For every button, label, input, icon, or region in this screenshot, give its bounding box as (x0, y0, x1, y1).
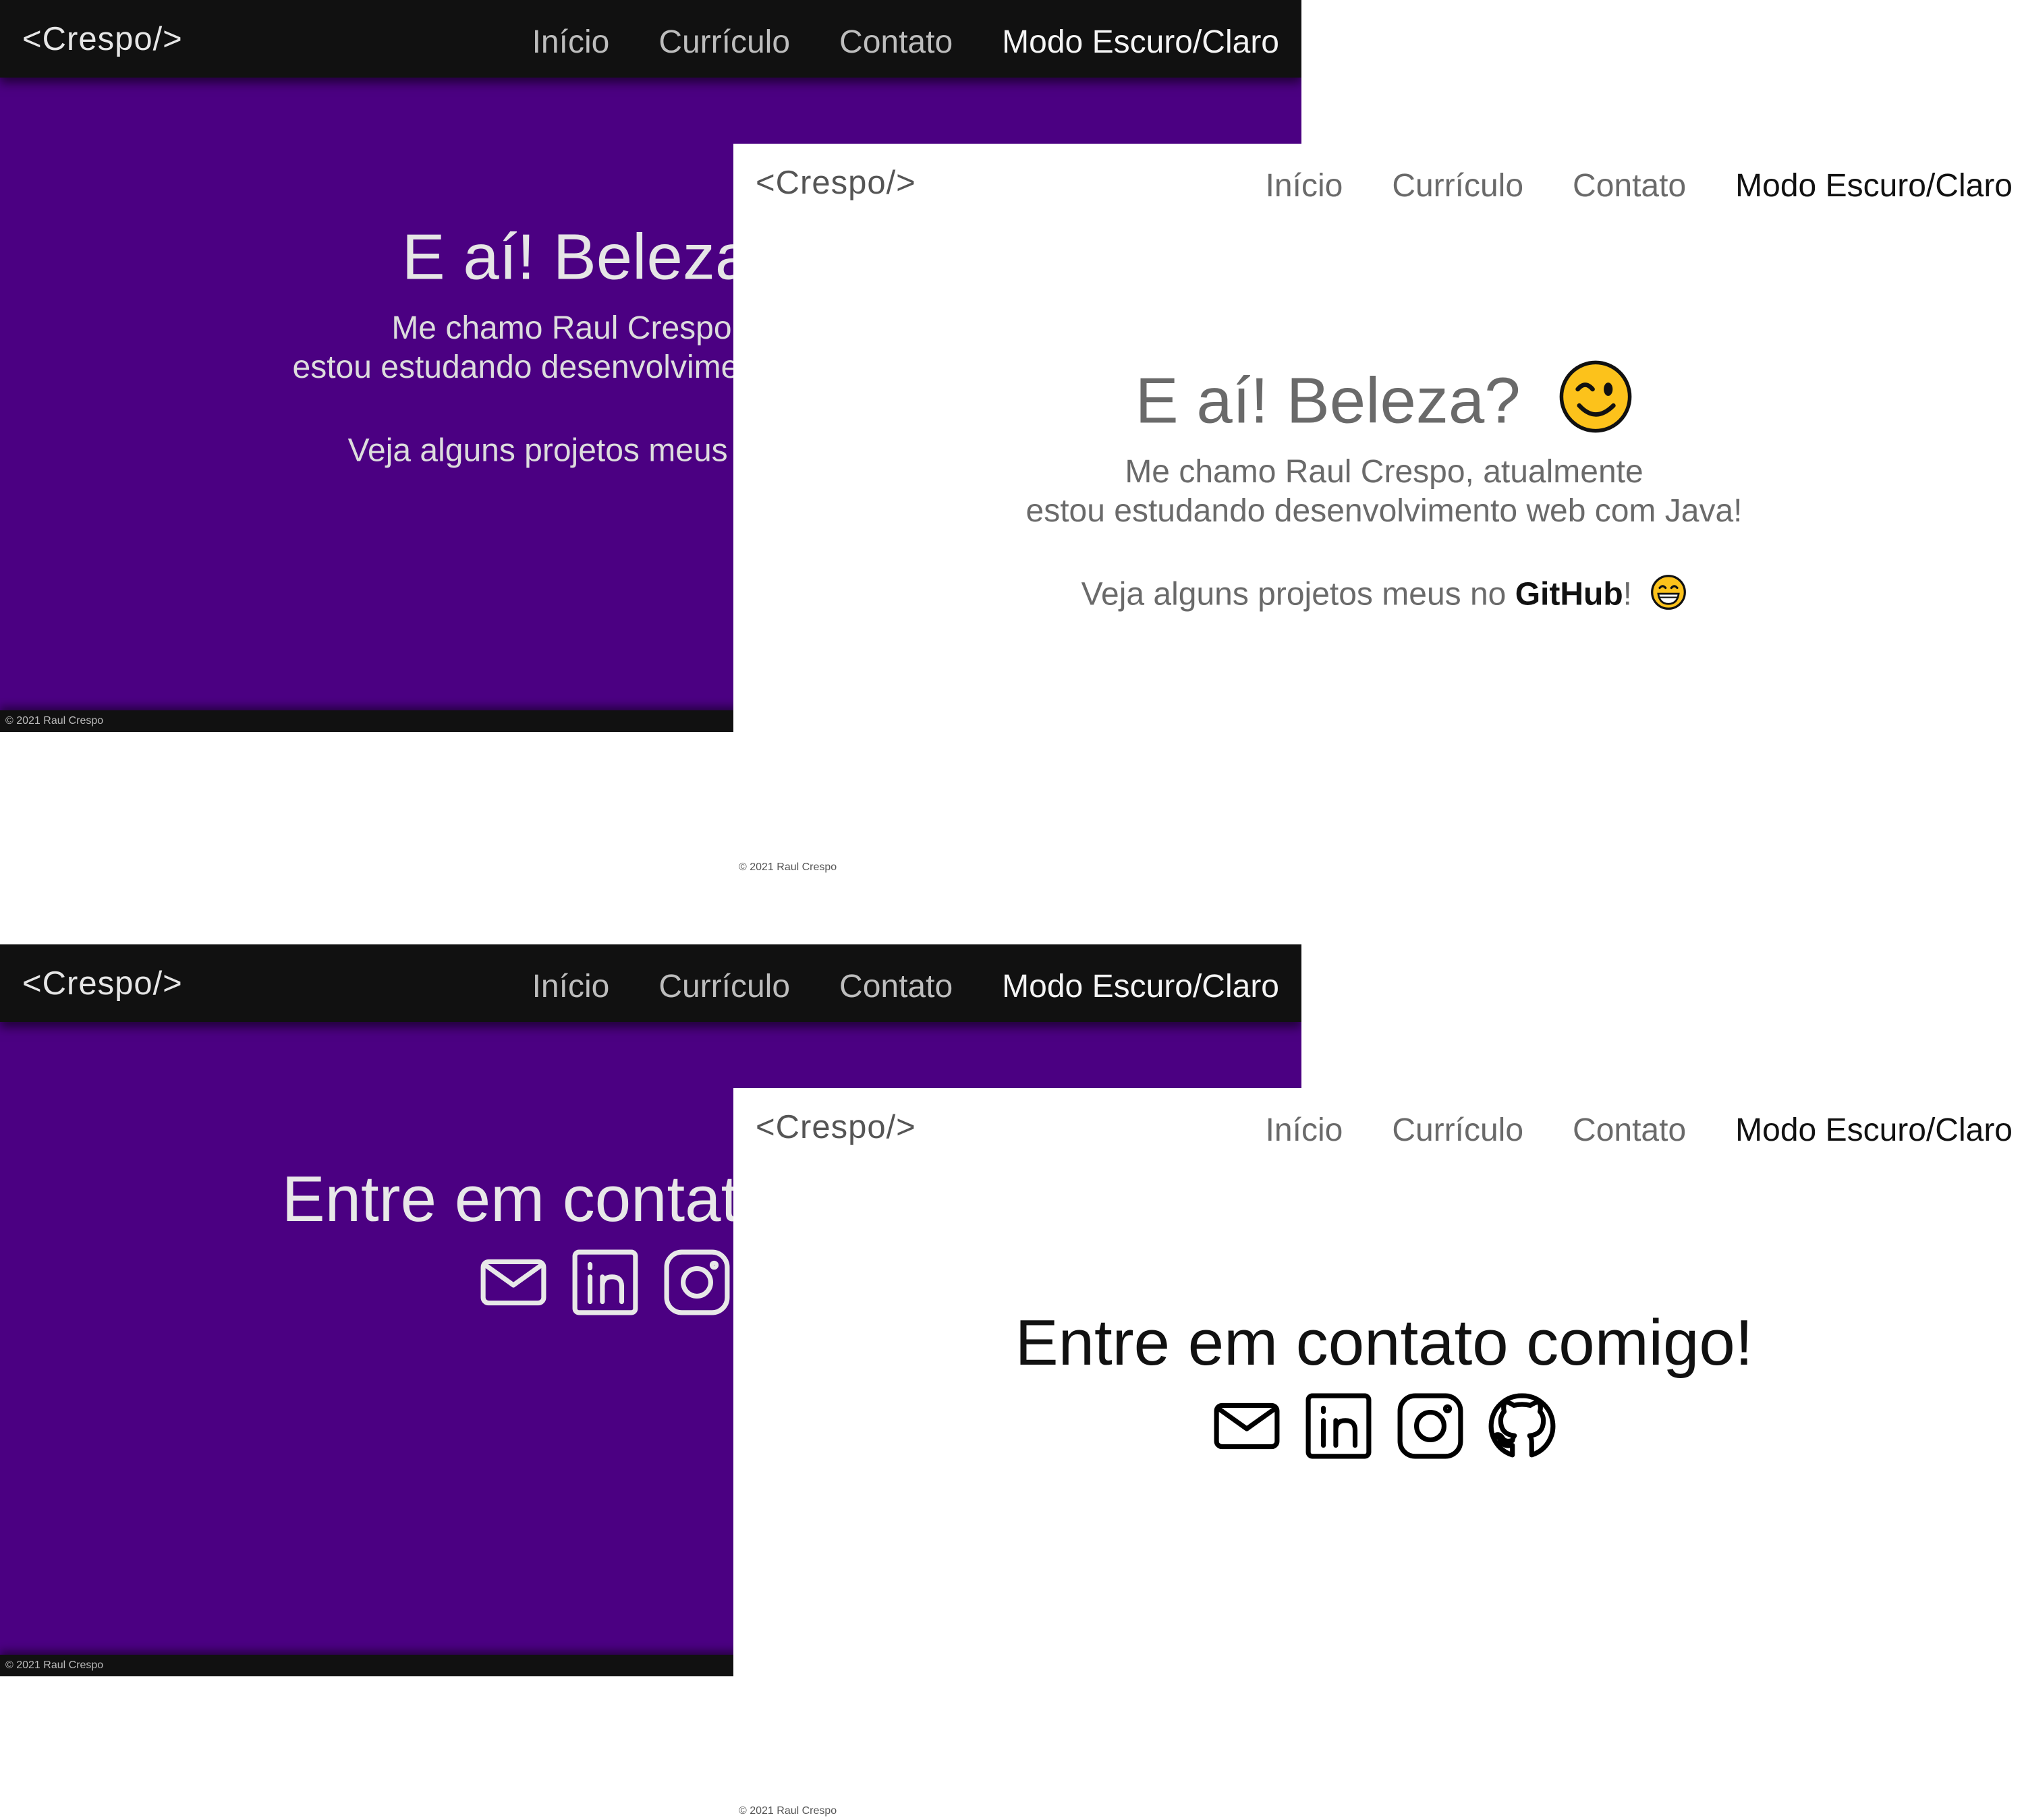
wink-emoji-icon (1558, 360, 1633, 445)
nav-contato[interactable]: Contato (839, 968, 953, 1005)
github-callout-prefix: Veja alguns projetos meus no (1081, 576, 1515, 613)
nav-contato[interactable]: Contato (1573, 167, 1686, 204)
hero-title-text: E aí! Beleza? (401, 221, 787, 293)
dark-light-mode-toggle[interactable]: Modo Escuro/Claro (1735, 1112, 2013, 1149)
github-icon[interactable] (1488, 1392, 1556, 1460)
contact-section: Entre em contato comigo! (733, 1311, 2024, 1460)
nav-curriculo[interactable]: Currículo (1392, 167, 1523, 204)
dark-light-mode-toggle[interactable]: Modo Escuro/Claro (1002, 968, 1279, 1005)
hero-section: E aí! Beleza? Me chamo Raul Crespo, atua… (733, 360, 2024, 619)
nav-links: Início Currículo Contato Modo Escuro/Cla… (532, 968, 1279, 1005)
brand-logo[interactable]: <Crespo/> (22, 965, 183, 1002)
footer: © 2021 Raul Crespo (739, 861, 837, 873)
nav-contato[interactable]: Contato (1573, 1112, 1686, 1149)
nav-links: Início Currículo Contato Modo Escuro/Cla… (1266, 167, 2013, 204)
nav-curriculo[interactable]: Currículo (658, 24, 790, 61)
home-light-panel: <Crespo/> Início Currículo Contato Modo … (733, 144, 2024, 876)
linkedin-icon[interactable] (1304, 1392, 1373, 1460)
nav-links: Início Currículo Contato Modo Escuro/Cla… (532, 24, 1279, 61)
instagram-icon[interactable] (663, 1248, 731, 1317)
nav-curriculo[interactable]: Currículo (1392, 1112, 1523, 1149)
brand-logo[interactable]: <Crespo/> (22, 20, 183, 58)
brand-logo[interactable]: <Crespo/> (756, 164, 916, 202)
contact-title: Entre em contato comigo! (1015, 1307, 1753, 1379)
hero-title-text: E aí! Beleza? (1135, 364, 1521, 437)
hero-title: E aí! Beleza? (733, 360, 2024, 445)
nav-inicio[interactable]: Início (532, 24, 610, 61)
nav-links: Início Currículo Contato Modo Escuro/Cla… (1266, 1112, 2013, 1149)
navbar: <Crespo/> Início Currículo Contato Modo … (733, 144, 2024, 221)
instagram-icon[interactable] (1396, 1392, 1465, 1460)
brand-logo[interactable]: <Crespo/> (756, 1108, 916, 1146)
linkedin-icon[interactable] (571, 1248, 640, 1317)
hero-intro-line1: Me chamo Raul Crespo, atualmente (1125, 454, 1643, 490)
contact-icons (733, 1392, 2024, 1460)
nav-inicio[interactable]: Início (1266, 167, 1343, 204)
github-link[interactable]: GitHub (1515, 577, 1623, 613)
navbar: <Crespo/> Início Currículo Contato Modo … (0, 944, 1301, 1022)
contact-light-panel: <Crespo/> Início Currículo Contato Modo … (733, 1088, 2024, 1820)
github-callout: Veja alguns projetos meus no GitHub! (733, 574, 2024, 619)
mail-icon[interactable] (1212, 1392, 1281, 1460)
nav-inicio[interactable]: Início (532, 968, 610, 1005)
navbar: <Crespo/> Início Currículo Contato Modo … (733, 1088, 2024, 1166)
footer: © 2021 Raul Crespo (739, 1805, 837, 1817)
dark-light-mode-toggle[interactable]: Modo Escuro/Claro (1002, 24, 1279, 61)
github-callout-suffix: ! (1623, 576, 1633, 613)
nav-inicio[interactable]: Início (1266, 1112, 1343, 1149)
mail-icon[interactable] (479, 1248, 548, 1317)
grin-emoji-icon (1650, 574, 1687, 619)
hero-intro: Me chamo Raul Crespo, atualmente estou e… (733, 453, 2024, 531)
github-callout-prefix: Veja alguns projetos meus no (347, 432, 782, 469)
navbar: <Crespo/> Início Currículo Contato Modo … (0, 0, 1301, 78)
hero-intro-line2: estou estudando desenvolvimento web com … (1025, 493, 1743, 529)
nav-curriculo[interactable]: Currículo (658, 968, 790, 1005)
dark-light-mode-toggle[interactable]: Modo Escuro/Claro (1735, 167, 2013, 204)
nav-contato[interactable]: Contato (839, 24, 953, 61)
